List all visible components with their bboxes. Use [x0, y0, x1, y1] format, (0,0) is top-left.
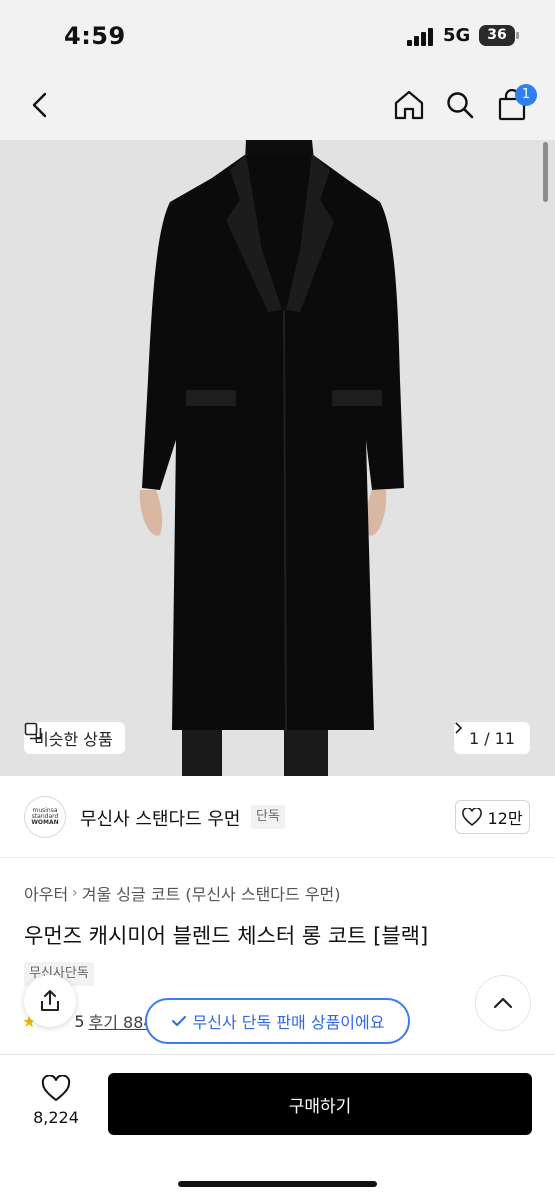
scrollbar-thumb[interactable] — [543, 142, 548, 202]
chevron-right-icon: › — [72, 885, 78, 901]
signal-icon — [407, 28, 435, 46]
breadcrumb-category[interactable]: 아우터 — [24, 881, 68, 905]
brand-like-button[interactable]: 12만 — [455, 800, 530, 834]
brand-likes-count: 12만 — [487, 809, 523, 828]
breadcrumb-subcategory[interactable]: 겨울 싱글 코트 (무신사 스탠다드 우먼) — [82, 881, 341, 905]
home-button[interactable] — [386, 82, 432, 128]
home-indicator — [178, 1181, 377, 1187]
check-icon — [171, 1016, 186, 1026]
chevron-left-icon — [32, 92, 47, 118]
cart-button[interactable]: 1 — [489, 82, 537, 128]
buy-button[interactable]: 구매하기 — [108, 1073, 532, 1135]
brand-row: musinsa standard WOMAN 무신사 스탠다드 우먼 단독 12… — [0, 776, 555, 858]
product-image[interactable]: 비슷한 상품 1 / 11 — [0, 140, 555, 776]
scroll-to-top-button[interactable] — [475, 975, 531, 1031]
wishlist-button[interactable]: 8,224 — [26, 1075, 86, 1135]
bottom-action-bar: 8,224 구매하기 — [0, 1054, 555, 1200]
wishlist-count: 8,224 — [33, 1108, 79, 1127]
chevron-up-icon — [493, 997, 513, 1009]
share-button[interactable] — [24, 975, 76, 1027]
toast-text: 무신사 단독 판매 상품이에요 — [192, 1013, 385, 1032]
brand-name[interactable]: 무신사 스탠다드 우먼 — [80, 805, 240, 831]
breadcrumb: 아우터 › 겨울 싱글 코트 (무신사 스탠다드 우먼) — [24, 881, 341, 905]
search-button[interactable] — [437, 82, 483, 128]
home-icon — [394, 90, 424, 120]
brand-logo[interactable]: musinsa standard WOMAN — [24, 796, 66, 838]
review-link[interactable]: 후기 884 — [89, 1009, 154, 1033]
cart-count-badge: 1 — [515, 84, 537, 106]
heart-icon — [41, 1075, 71, 1102]
similar-items-icon — [24, 722, 42, 740]
rating-value: 5 — [74, 1011, 85, 1031]
similar-products-label: 비슷한 상품 — [34, 730, 113, 749]
heart-icon — [462, 808, 483, 826]
status-time: 4:59 — [64, 22, 126, 50]
top-nav: 1 — [0, 72, 555, 140]
product-title: 우먼즈 캐시미어 블렌드 체스터 롱 코트 [블랙] — [24, 924, 429, 948]
battery-icon: 36 — [479, 25, 519, 46]
brand-exclusive-tag: 단독 — [251, 805, 285, 829]
chevron-right-icon — [455, 722, 462, 734]
page-indicator-label: 1 / 11 — [468, 728, 516, 748]
status-bar: 4:59 5G 36 — [0, 0, 555, 72]
share-icon — [41, 990, 59, 1011]
image-page-indicator[interactable]: 1 / 11 — [454, 722, 530, 754]
exclusive-toast: 무신사 단독 판매 상품이에요 — [145, 998, 410, 1044]
search-icon — [447, 92, 474, 119]
network-label: 5G — [443, 25, 471, 46]
coat-illustration — [0, 140, 555, 776]
similar-products-button[interactable]: 비슷한 상품 — [24, 722, 125, 754]
back-button[interactable] — [18, 82, 64, 128]
